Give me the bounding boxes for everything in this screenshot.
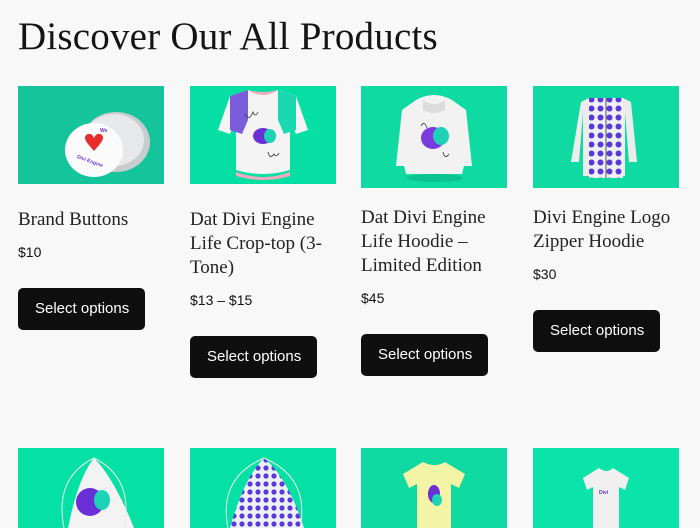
- drawstring-bag-image: [18, 448, 164, 528]
- product-image-hoodie[interactable]: [361, 86, 507, 188]
- product-card: Divi: [533, 448, 679, 528]
- product-price: $13 – $15: [190, 292, 253, 308]
- product-card: [190, 448, 336, 528]
- product-name[interactable]: Divi Engine Logo Zipper Hoodie: [533, 206, 679, 254]
- product-card: [361, 448, 507, 528]
- zipper-hoodie-image: [533, 86, 679, 188]
- product-price: $30: [533, 266, 557, 282]
- product-name[interactable]: Brand Buttons: [18, 208, 164, 232]
- yellow-tshirt-image: [361, 448, 507, 528]
- select-options-button[interactable]: Select options: [18, 288, 146, 330]
- select-options-button[interactable]: Select options: [533, 310, 661, 352]
- brand-buttons-image: We Divi Engine: [18, 86, 164, 184]
- product-image-brand-buttons[interactable]: We Divi Engine: [18, 86, 164, 184]
- product-price: $45: [361, 290, 385, 306]
- product-image-yellow-tshirt[interactable]: [361, 448, 507, 528]
- hoodie-image: [361, 86, 507, 188]
- patterned-bag-image: [190, 448, 336, 528]
- crop-top-image: [190, 86, 336, 184]
- product-name[interactable]: Dat Divi Engine Life Crop-top (3-Tone): [190, 208, 336, 280]
- white-tshirt-image: Divi: [533, 448, 679, 528]
- select-options-button[interactable]: Select options: [361, 334, 489, 376]
- page-title: Discover Our All Products: [18, 15, 438, 58]
- svg-text:We: We: [100, 128, 108, 134]
- product-card: Dat Divi Engine Life Hoodie – Limited Ed…: [361, 86, 507, 376]
- product-card: Dat Divi Engine Life Crop-top (3-Tone) $…: [190, 86, 336, 378]
- product-image-drawstring-bag[interactable]: [18, 448, 164, 528]
- product-card: We Divi Engine Brand Buttons $10 Select …: [18, 86, 164, 330]
- product-image-patterned-bag[interactable]: [190, 448, 336, 528]
- product-image-white-tshirt[interactable]: Divi: [533, 448, 679, 528]
- select-options-button[interactable]: Select options: [190, 336, 318, 378]
- product-image-zipper-hoodie[interactable]: [533, 86, 679, 188]
- product-image-crop-top[interactable]: [190, 86, 336, 184]
- svg-text:Divi: Divi: [599, 490, 609, 496]
- product-name[interactable]: Dat Divi Engine Life Hoodie – Limited Ed…: [361, 206, 507, 278]
- product-card: [18, 448, 164, 528]
- product-card: Divi Engine Logo Zipper Hoodie $30 Selec…: [533, 86, 679, 352]
- product-price: $10: [18, 244, 42, 260]
